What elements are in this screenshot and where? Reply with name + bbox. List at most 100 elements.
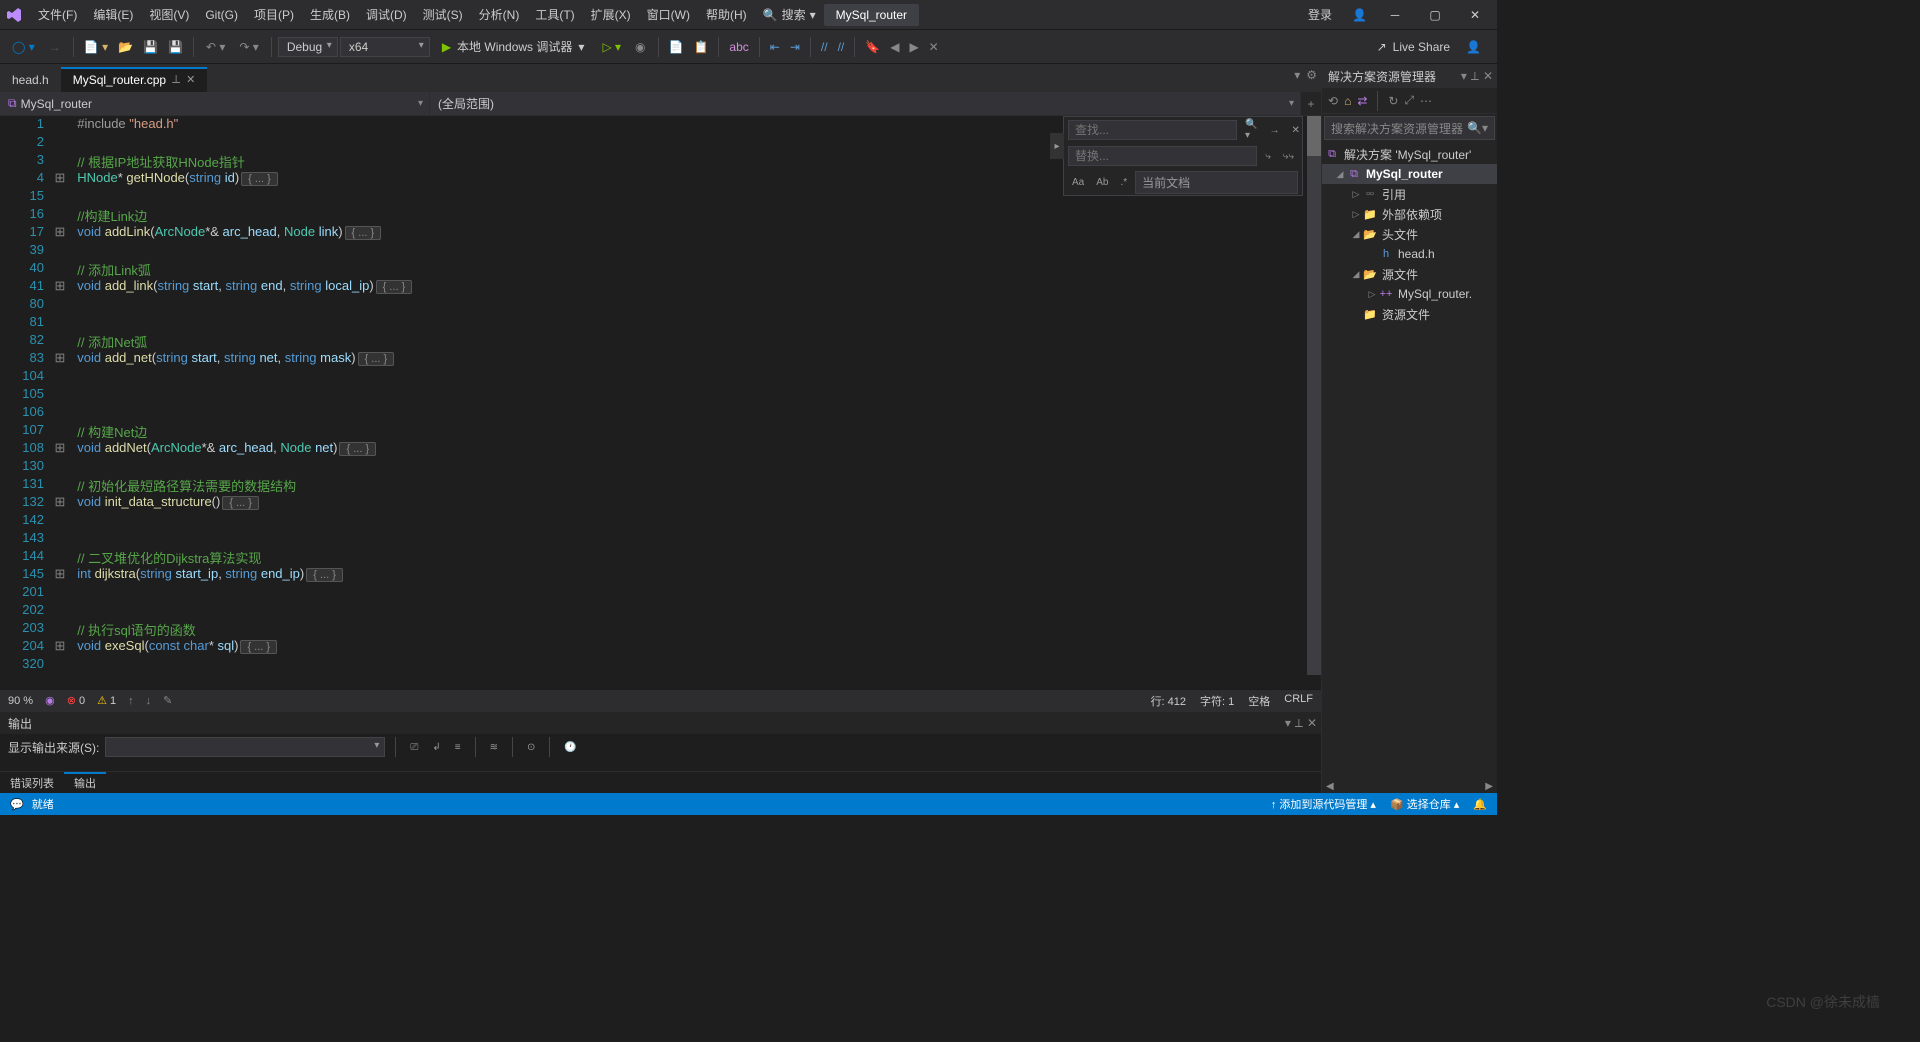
code-line[interactable]: // 添加Link弧 [70, 260, 1307, 278]
menu-tools[interactable]: 工具(T) [527, 2, 582, 27]
tab-dropdown-icon[interactable]: ▾ [1294, 68, 1300, 82]
platform-combo[interactable]: x64 [340, 37, 430, 57]
code-line[interactable]: void add_net(string start, string net, s… [70, 350, 1307, 368]
code-line[interactable] [70, 458, 1307, 476]
replace-all-icon[interactable]: ⤷⤷ [1279, 149, 1298, 164]
menu-help[interactable]: 帮助(H) [698, 2, 755, 27]
select-repo[interactable]: 📦 选择仓库 ▴ [1390, 796, 1459, 812]
sol-pin-icon[interactable]: ⟂ [1471, 69, 1479, 84]
case-icon[interactable]: Aa [1068, 175, 1088, 190]
save-all-icon[interactable]: 💾 [164, 36, 187, 58]
clear-icon[interactable]: ≋ [486, 740, 502, 755]
find-next-icon[interactable]: 🔍▾ [1241, 117, 1261, 143]
solution-search-input[interactable]: 搜索解决方案资源管理器 🔍▾ [1324, 116, 1495, 140]
code-line[interactable] [70, 368, 1307, 386]
start-debug-button[interactable]: ▶本地 Windows 调试器 ▾ [432, 35, 595, 58]
forward-icon[interactable]: → [43, 36, 67, 58]
code-editor[interactable]: 1 #include "head.h"2 3 // 根据IP地址获取HNode指… [0, 116, 1321, 689]
caret-icon[interactable]: ◢ [1334, 169, 1346, 180]
bookmark-icon[interactable]: 🔖 [861, 36, 884, 58]
word-icon[interactable]: Ab [1092, 175, 1112, 190]
configuration-combo[interactable]: Debug [278, 37, 338, 57]
menu-project[interactable]: 项目(P) [246, 2, 302, 27]
caret-icon[interactable]: ▷ [1350, 209, 1362, 220]
login-button[interactable]: 登录 [1298, 2, 1342, 27]
crlf-indicator[interactable]: CRLF [1284, 693, 1313, 709]
output-source-combo[interactable] [105, 737, 385, 757]
code-line[interactable]: // 构建Net边 [70, 422, 1307, 440]
menu-window[interactable]: 窗口(W) [639, 2, 698, 27]
head-h-file[interactable]: h head.h [1322, 244, 1497, 264]
output-pin-icon[interactable]: ⟂ [1295, 716, 1303, 731]
code-line[interactable] [70, 296, 1307, 314]
menu-extensions[interactable]: 扩展(X) [583, 2, 639, 27]
redo-icon[interactable]: ↷ ▾ [233, 36, 264, 58]
caret-icon[interactable]: ◢ [1350, 269, 1362, 280]
solution-root[interactable]: ⧉ 解决方案 'MySql_router' [1322, 144, 1497, 164]
line-indicator[interactable]: 行: 412 [1151, 693, 1186, 709]
mysql-router-cpp-file[interactable]: ▷ ++ MySql_router. [1322, 284, 1497, 304]
spaces-indicator[interactable]: 空格 [1248, 693, 1270, 709]
code-line[interactable]: void exeSql(const char* sql){ ... } [70, 638, 1307, 656]
menu-view[interactable]: 视图(V) [141, 2, 197, 27]
menu-build[interactable]: 生成(B) [302, 2, 358, 27]
external-deps-node[interactable]: ▷ 📁 外部依赖项 [1322, 204, 1497, 224]
sol-collapse-icon[interactable]: ⤢ [1404, 93, 1414, 108]
tab-head-h[interactable]: head.h [0, 68, 61, 92]
close-button[interactable]: ✕ [1457, 1, 1493, 29]
minimize-button[interactable]: ─ [1377, 1, 1413, 29]
replace-input[interactable] [1068, 146, 1257, 166]
output-dropdown-icon[interactable]: ▾ [1285, 716, 1291, 731]
find-input[interactable] [1068, 120, 1237, 140]
feedback-icon[interactable]: 👤 [1466, 40, 1481, 54]
error-count[interactable]: ⊗ 0 [67, 694, 85, 707]
fold-toggle[interactable]: ⊞ [50, 170, 70, 188]
sol-close-icon[interactable]: ✕ [1483, 69, 1493, 84]
intellisense-icon[interactable]: ◉ [45, 694, 55, 707]
code-line[interactable]: // 初始化最短路径算法需要的数据结构 [70, 476, 1307, 494]
step-icon-2[interactable]: 📋 [689, 36, 712, 58]
timestamp-icon[interactable]: 🕐 [560, 740, 580, 755]
scope-combo[interactable]: ⧉ MySql_router [0, 92, 430, 115]
back-icon[interactable]: ◯ ▾ [6, 36, 41, 58]
regex-icon[interactable]: .* [1116, 175, 1131, 190]
open-icon[interactable]: 📂 [114, 36, 137, 58]
search-menu[interactable]: 🔍搜索 ▾ [755, 2, 824, 27]
fold-toggle[interactable]: ⊞ [50, 350, 70, 368]
menu-git[interactable]: Git(G) [197, 4, 246, 26]
fold-toggle[interactable]: ⊞ [50, 224, 70, 242]
scroll-thumb[interactable] [1307, 116, 1321, 156]
notifications-icon[interactable]: 🔔 [1473, 798, 1487, 811]
fold-toggle[interactable]: ⊞ [50, 494, 70, 512]
start-without-debug-icon[interactable]: ▷ ▾ [596, 36, 627, 58]
resources-folder[interactable]: 📁 资源文件 [1322, 304, 1497, 324]
comment-icon[interactable]: // [817, 36, 832, 58]
maximize-button[interactable]: ▢ [1417, 1, 1453, 29]
code-line[interactable]: void addLink(ArcNode*& arc_head, Node li… [70, 224, 1307, 242]
output-close-icon[interactable]: ✕ [1307, 716, 1317, 731]
clear-output-icon[interactable]: ⎚ [406, 740, 422, 755]
headers-folder[interactable]: ◢ 📂 头文件 [1322, 224, 1497, 244]
expand-replace-icon[interactable]: ▸ [1050, 133, 1064, 159]
feedback-icon[interactable]: 💬 [10, 798, 24, 811]
indent-icon[interactable]: ≡ [451, 740, 465, 755]
misc-icon-1[interactable]: abc [725, 36, 752, 58]
project-node[interactable]: ◢ ⧉ MySql_router [1322, 164, 1497, 184]
code-line[interactable] [70, 656, 1307, 674]
scope-combo-find[interactable]: 当前文档 [1135, 171, 1298, 194]
code-line[interactable] [70, 602, 1307, 620]
split-icon[interactable]: + [1301, 92, 1321, 115]
code-line[interactable] [70, 386, 1307, 404]
add-source-control[interactable]: ↑ 添加到源代码管理 ▴ [1271, 796, 1376, 812]
code-line[interactable] [70, 512, 1307, 530]
code-line[interactable] [70, 404, 1307, 422]
function-combo[interactable]: (全局范围) [430, 92, 1301, 115]
code-line[interactable]: void init_data_structure(){ ... } [70, 494, 1307, 512]
sol-hscroll-left-icon[interactable]: ◀ [1326, 781, 1334, 792]
code-line[interactable] [70, 242, 1307, 260]
tab-close-icon[interactable]: ✕ [186, 73, 195, 86]
sol-sync-icon[interactable]: ⇄ [1357, 94, 1367, 108]
caret-icon[interactable]: ◢ [1350, 229, 1362, 240]
indent-out-icon[interactable]: ⇤ [766, 36, 784, 58]
code-line[interactable]: //构建Link边 [70, 206, 1307, 224]
